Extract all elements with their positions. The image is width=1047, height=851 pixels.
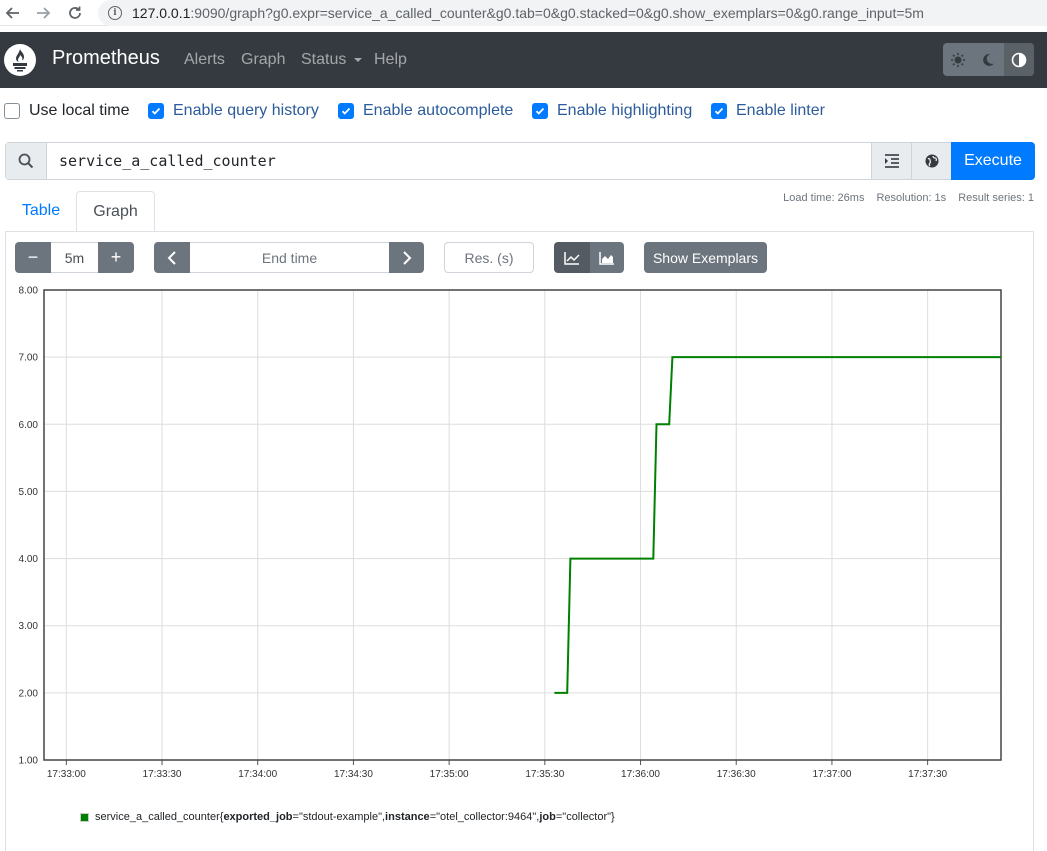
search-icon <box>6 143 47 179</box>
option-label: Enable linter <box>736 102 825 119</box>
x-tick-label: 17:33:30 <box>143 769 182 780</box>
stacked-chart-button[interactable] <box>590 242 624 273</box>
legend-eq: =" <box>555 811 567 823</box>
series-line <box>554 356 1001 694</box>
x-tick-label: 17:36:00 <box>621 769 660 780</box>
show-exemplars-button[interactable]: Show Exemplars <box>644 242 767 273</box>
expression-bar: service_a_called_counter Execute <box>5 142 1035 180</box>
x-tick-label: 17:34:30 <box>334 769 373 780</box>
browser-toolbar: i 127.0.0.1:9090/graph?g0.expr=service_a… <box>0 0 1047 26</box>
legend-brace-close: "} <box>607 811 615 823</box>
y-tick-label: 2.00 <box>19 688 39 699</box>
url-path: :9090/graph?g0.expr=service_a_called_cou… <box>190 5 924 21</box>
checkbox-unchecked-icon[interactable] <box>4 103 20 119</box>
brand-title[interactable]: Prometheus <box>52 47 160 70</box>
query-stats: Load time: 26ms Resolution: 1s Result se… <box>783 192 1034 204</box>
y-tick-label: 3.00 <box>19 621 39 632</box>
prometheus-logo-icon[interactable] <box>4 44 36 76</box>
result-series: Result series: 1 <box>958 192 1034 204</box>
nav-status-dropdown[interactable]: Status <box>301 51 362 69</box>
decrease-range-button[interactable]: − <box>15 242 51 273</box>
query-options: Use local time Enable query history Enab… <box>0 102 1047 126</box>
checkbox-checked-icon[interactable] <box>148 103 164 119</box>
navbar: Prometheus Alerts Graph Status Help <box>0 32 1047 88</box>
option-enable-autocomplete[interactable]: Enable autocomplete <box>338 102 513 120</box>
y-tick-label: 8.00 <box>19 286 39 297</box>
y-tick-label: 6.00 <box>19 420 39 431</box>
contrast-icon[interactable] <box>1003 43 1034 76</box>
tab-graph[interactable]: Graph <box>76 191 155 231</box>
execute-button[interactable]: Execute <box>951 142 1035 180</box>
legend-eq: =" <box>292 811 303 823</box>
checkbox-checked-icon[interactable] <box>532 103 548 119</box>
legend-metric-name: service_a_called_counter <box>95 811 220 823</box>
increase-range-button[interactable]: + <box>98 242 134 273</box>
chevron-right-icon <box>402 250 411 265</box>
line-chart-button[interactable] <box>554 242 590 273</box>
option-label: Use local time <box>29 102 130 119</box>
expression-input[interactable]: service_a_called_counter <box>59 152 276 170</box>
reload-icon[interactable] <box>64 2 86 24</box>
load-time: Load time: 26ms <box>783 192 865 204</box>
option-label: Enable autocomplete <box>363 102 514 119</box>
x-tick-label: 17:35:00 <box>430 769 469 780</box>
theme-toggle-group <box>943 43 1034 76</box>
legend-eq: =" <box>429 811 441 823</box>
end-time-forward-button[interactable] <box>389 242 424 273</box>
option-label: Enable highlighting <box>557 102 693 119</box>
back-icon[interactable] <box>2 2 24 24</box>
forward-icon[interactable] <box>32 2 54 24</box>
x-tick-label: 17:34:00 <box>238 769 277 780</box>
option-enable-highlighting[interactable]: Enable highlighting <box>532 102 692 120</box>
x-tick-label: 17:35:30 <box>525 769 564 780</box>
y-tick-label: 1.00 <box>19 756 39 767</box>
tab-table[interactable]: Table <box>8 191 74 231</box>
chevron-left-icon <box>167 250 176 265</box>
resolution: Resolution: 1s <box>876 192 947 204</box>
format-expression-icon[interactable] <box>871 143 911 179</box>
end-time-input[interactable]: End time <box>190 242 389 273</box>
metrics-explorer-globe-icon[interactable] <box>911 143 951 179</box>
checkbox-checked-icon[interactable] <box>338 103 354 119</box>
legend-label-value: collector <box>566 811 608 823</box>
area-chart-icon <box>599 251 614 265</box>
caret-down-icon <box>353 57 362 62</box>
plot-area-border <box>43 289 1002 761</box>
x-tick-label: 17:37:00 <box>812 769 851 780</box>
option-enable-linter[interactable]: Enable linter <box>711 102 825 120</box>
url-host: 127.0.0.1 <box>132 5 191 21</box>
resolution-input[interactable]: Res. (s) <box>444 242 534 273</box>
y-tick-label: 4.00 <box>19 554 39 565</box>
moon-icon[interactable] <box>973 43 1003 76</box>
sun-icon[interactable] <box>943 43 973 76</box>
legend-label-key: instance <box>385 811 430 823</box>
legend-label-value: stdout-example <box>302 811 379 823</box>
range-input[interactable]: 5m <box>51 242 98 273</box>
graph-chart[interactable]: 1.00 2.00 3.00 4.00 5.00 6.00 7.00 8.00 17:33:00… <box>0 280 1047 780</box>
x-tick-label: 17:36:30 <box>717 769 756 780</box>
line-chart-icon <box>564 251 580 265</box>
legend-swatch <box>80 812 89 822</box>
nav-status-label: Status <box>301 51 347 68</box>
end-time-back-button[interactable] <box>154 242 190 273</box>
option-enable-query-history[interactable]: Enable query history <box>148 102 319 120</box>
nav-help[interactable]: Help <box>374 51 407 69</box>
x-tick-label: 17:33:00 <box>47 769 86 780</box>
option-label: Enable query history <box>173 102 319 119</box>
y-tick-label: 5.00 <box>19 487 39 498</box>
info-icon[interactable]: i <box>108 6 122 20</box>
legend-label-key: job <box>539 811 556 823</box>
nav-alerts[interactable]: Alerts <box>184 51 225 69</box>
y-tick-label: 7.00 <box>19 353 39 364</box>
legend-item[interactable]: service_a_called_counter{exported_job =" s… <box>80 811 615 823</box>
option-use-local-time[interactable]: Use local time <box>4 102 129 120</box>
legend-label-value: otel_collector:9464 <box>440 811 533 823</box>
nav-graph[interactable]: Graph <box>241 51 285 69</box>
address-bar[interactable]: i 127.0.0.1:9090/graph?g0.expr=service_a… <box>98 0 1047 26</box>
x-tick-label: 17:37:30 <box>908 769 947 780</box>
legend-label-key: exported_job <box>223 811 293 823</box>
legend-sep: ", <box>378 811 386 823</box>
checkbox-checked-icon[interactable] <box>711 103 727 119</box>
